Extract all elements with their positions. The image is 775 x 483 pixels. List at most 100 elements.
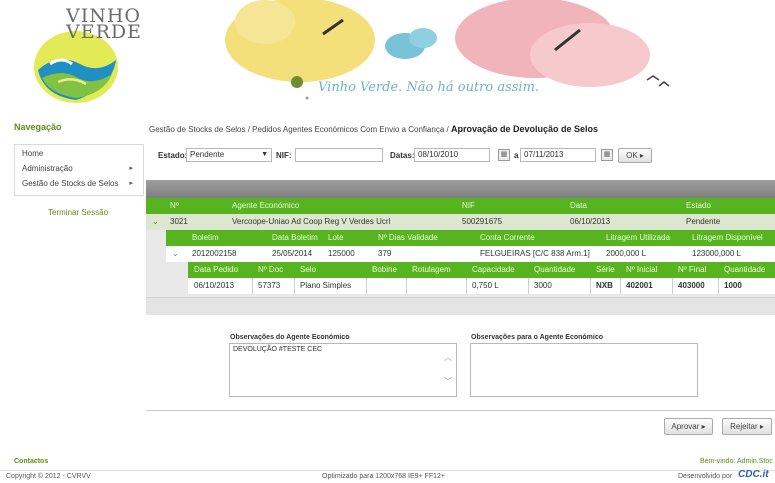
nav-item-administracao[interactable]: Administração ▸ xyxy=(15,163,143,175)
cell: NXB xyxy=(596,281,613,290)
logout-link[interactable]: Terminar Sessão xyxy=(48,208,108,217)
col-header[interactable]: Lote xyxy=(328,230,344,246)
cell: 403000 xyxy=(678,281,705,290)
cell: 402001 xyxy=(626,281,653,290)
approve-button[interactable]: Aprovar ▸ xyxy=(664,418,713,435)
cell: Pendente xyxy=(686,217,721,226)
cell: Plano Simples xyxy=(300,281,352,290)
date-to-input[interactable]: 07/11/2013 xyxy=(520,148,596,162)
cell: 25/05/2014 xyxy=(272,249,313,258)
cell: Vercoope-Uniao Ad Coop Reg V Verdes Ucrl xyxy=(232,217,391,226)
col-header[interactable]: Data xyxy=(570,198,587,214)
col-header[interactable]: NIF xyxy=(462,198,475,214)
col-header[interactable]: Quantidade xyxy=(534,262,575,278)
calendar-icon[interactable]: ▦ xyxy=(498,149,510,161)
cell: 125000 xyxy=(328,249,355,258)
cell: 2000,000 L xyxy=(606,249,647,258)
nav-title: Navegação xyxy=(14,122,62,132)
nav-item-label: Gestão de Stocks de Selos xyxy=(22,179,119,188)
estado-select[interactable]: Pendente ▼ xyxy=(186,148,272,162)
nav-item-label: Administração xyxy=(22,164,73,173)
col-header[interactable]: Bobine xyxy=(372,262,397,278)
agent-observations-label: Observações do Agente Económico xyxy=(230,334,350,341)
cell: 2012002158 xyxy=(192,249,237,258)
welcome-text: Bem-vindo: Admin.Stoc xyxy=(700,458,773,465)
table-row[interactable]: ⌄ 3021 Vercoope-Uniao Ad Coop Reg V Verd… xyxy=(146,214,775,230)
date-from-input[interactable]: 08/10/2010 xyxy=(414,148,490,162)
nif-input[interactable] xyxy=(295,148,383,162)
nif-label: NIF: xyxy=(276,151,292,160)
col-header[interactable]: Agente Económico xyxy=(232,198,299,214)
col-header[interactable]: Rotulagem xyxy=(412,262,451,278)
chevron-right-icon: ▸ xyxy=(129,180,133,187)
cell: 06/10/2013 xyxy=(194,281,235,290)
col-header[interactable]: Litragem Disponível xyxy=(692,230,763,246)
divider xyxy=(146,410,775,411)
contacts-link[interactable]: Contactos xyxy=(14,458,48,465)
logo-text: VINHO VERDE xyxy=(66,5,142,43)
filter-bar: Estado: Pendente ▼ NIF: Datas: 08/10/201… xyxy=(158,148,768,164)
scroll-down-icon[interactable]: ﹀ xyxy=(443,376,453,387)
col-header[interactable]: Estado xyxy=(686,198,711,214)
col-header[interactable]: Nº Dias Validade xyxy=(378,230,438,246)
col-header[interactable]: Litragem Utilizada xyxy=(606,230,670,246)
table-row[interactable]: 06/10/2013 57373 Plano Simples 0,750 L 3… xyxy=(188,278,775,294)
agent-observations-field[interactable]: DEVOLUÇÃO #TESTE CEC ︿ ﹀ xyxy=(229,343,457,397)
chevron-right-icon: ▸ xyxy=(129,165,133,172)
nav-menu: Home Administração ▸ Gestão de Stocks de… xyxy=(14,144,144,196)
datas-label: Datas: xyxy=(390,151,415,160)
scroll-up-icon[interactable]: ︿ xyxy=(443,352,453,363)
nav-item-home[interactable]: Home xyxy=(15,148,143,160)
col-header[interactable]: Capacidade xyxy=(472,262,515,278)
col-header[interactable]: Nº Inicial xyxy=(626,262,657,278)
date-to-label: a xyxy=(514,151,519,160)
col-header[interactable]: Série xyxy=(596,262,615,278)
cell: FELGUEIRAS [C/C 838 Arm.1] xyxy=(480,249,590,258)
ok-button[interactable]: OK ▸ xyxy=(618,148,652,163)
cell: 0,750 L xyxy=(472,281,499,290)
reject-button[interactable]: Rejeitar ▸ xyxy=(722,418,772,435)
cell: 500291675 xyxy=(462,217,503,226)
sub-grid-header: Boletim Data Boletim Lote Nº Dias Valida… xyxy=(166,230,775,246)
table-row[interactable]: ⌄ 2012002158 25/05/2014 125000 379 FELGU… xyxy=(166,246,775,262)
grid-header: Nº Agente Económico NIF Data Estado xyxy=(146,198,775,214)
collapse-icon[interactable]: ⌄ xyxy=(172,246,179,262)
cell: 379 xyxy=(378,249,392,258)
cell: 57373 xyxy=(258,281,281,290)
requests-grid: Nº Agente Económico NIF Data Estado ⌄ 30… xyxy=(146,180,775,315)
col-header[interactable]: Quantidade xyxy=(724,262,765,278)
col-header[interactable]: Data Pedido xyxy=(194,262,238,278)
optimized-text: Optimizado para 1200x768 IE9+ FF12+ xyxy=(322,473,445,480)
page-title: Aprovação de Devolução de Selos xyxy=(450,124,599,134)
dropdown-arrow-icon: ▼ xyxy=(261,151,268,158)
detail-grid-header: Data Pedido Nº Doc Selo Bobine Rotulagem… xyxy=(188,262,775,278)
observations-to-agent-label: Observações para o Agente Económico xyxy=(471,334,604,341)
developer-logo[interactable]: CDC.it xyxy=(738,469,769,481)
collapse-icon[interactable]: ⌄ xyxy=(152,214,159,230)
footer: Copyright © 2012 - CVRVV Optimizado para… xyxy=(0,469,775,483)
breadcrumb-path[interactable]: Gestão de Stocks de Selos / Pedidos Agen… xyxy=(149,125,449,134)
slogan: Vinho Verde. Não há outro assim. xyxy=(318,80,540,95)
cell: 123000,000 L xyxy=(692,249,741,258)
header-banner: VINHO VERDE Vinho Verde. Não há outro as… xyxy=(0,0,775,108)
calendar-icon[interactable]: ▦ xyxy=(601,149,613,161)
cell: 1000 xyxy=(724,281,742,290)
col-header[interactable]: Boletim xyxy=(192,230,219,246)
grid-toolbar xyxy=(146,180,775,198)
col-header[interactable]: Nº Final xyxy=(678,262,706,278)
cell: 06/10/2013 xyxy=(570,217,611,226)
nav-item-label: Home xyxy=(22,149,44,158)
cell: 3021 xyxy=(170,217,188,226)
nav-item-gestao-stocks[interactable]: Gestão de Stocks de Selos ▸ xyxy=(15,178,143,190)
col-header[interactable]: Nº Doc xyxy=(258,262,283,278)
developed-by-text: Desenvolvido por xyxy=(678,473,733,480)
cell: 3000 xyxy=(534,281,552,290)
col-header[interactable]: Conta Corrente xyxy=(480,230,535,246)
grid-footer xyxy=(146,297,775,315)
col-header[interactable]: Data Boletim xyxy=(272,230,318,246)
observations-to-agent-field[interactable] xyxy=(470,343,698,397)
estado-label: Estado: xyxy=(158,151,188,160)
col-header[interactable]: Selo xyxy=(300,262,316,278)
col-header[interactable]: Nº xyxy=(170,198,179,214)
copyright-text: Copyright © 2012 - CVRVV xyxy=(6,473,91,480)
